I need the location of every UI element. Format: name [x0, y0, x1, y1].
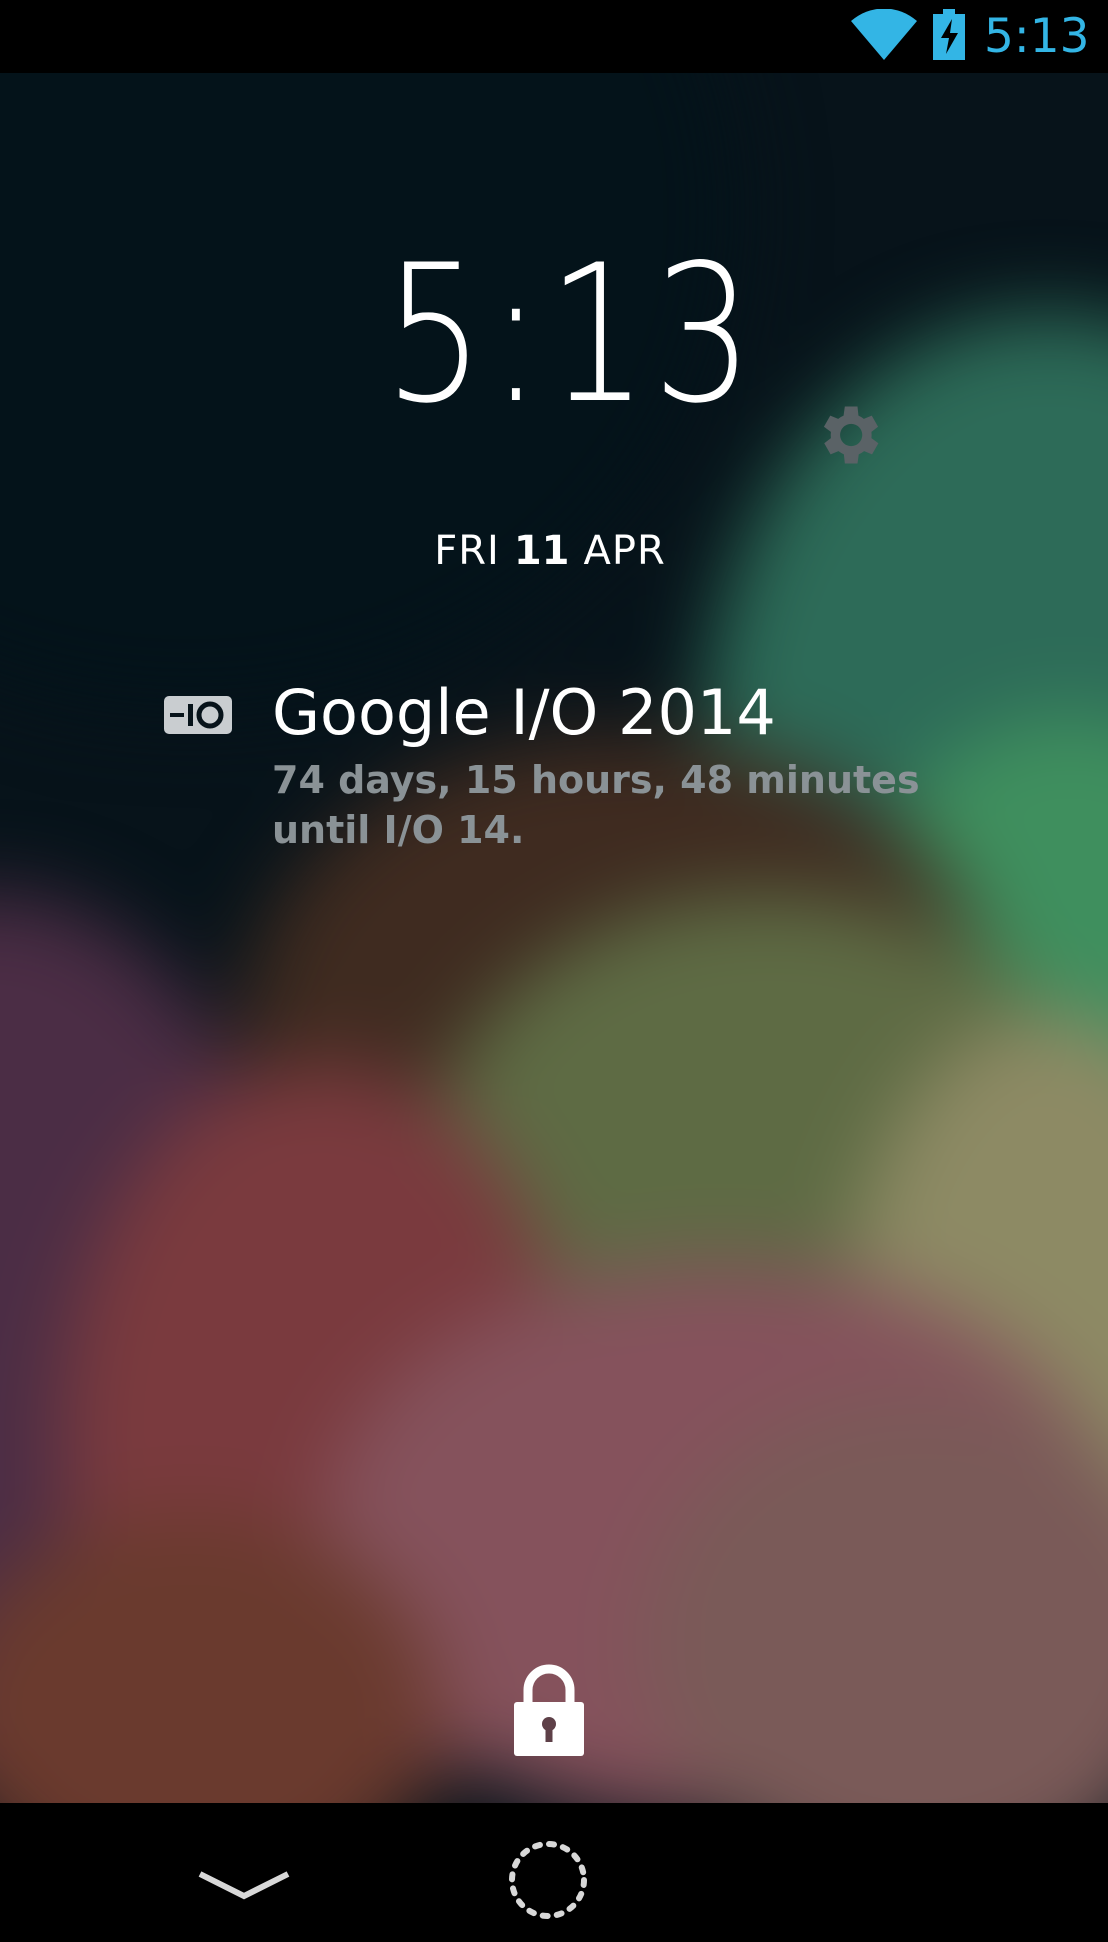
widget-title: Google I/O 2014 — [272, 676, 776, 749]
phone-screen: 5:13 FRI 11 APR Google I/O 2014 74 days, 1… — [0, 0, 1108, 1942]
widget-text: 74 days, 15 hours, 48 minutes until I/O … — [272, 758, 920, 852]
lockscreen-date: FRI 11 APR — [370, 523, 730, 579]
date-weekday: FRI — [434, 528, 500, 574]
lock-icon[interactable] — [508, 1660, 590, 1760]
date-day: 11 — [513, 528, 570, 574]
wifi-icon — [851, 9, 917, 60]
google-io-logo-icon — [164, 696, 232, 734]
date-month: APR — [583, 528, 666, 574]
battery-charging-icon — [933, 9, 965, 60]
lockscreen: 5:13 FRI 11 APR Google I/O 2014 74 days, 1… — [0, 73, 1108, 1803]
status-time: 5:13 — [984, 9, 1090, 64]
gear-icon[interactable] — [810, 397, 886, 473]
status-bar: 5:13 — [0, 0, 1108, 73]
lockscreen-clock-time: 5:13 — [384, 224, 759, 445]
back-chevron-icon[interactable] — [196, 1866, 292, 1906]
home-circle-icon[interactable] — [506, 1838, 590, 1922]
